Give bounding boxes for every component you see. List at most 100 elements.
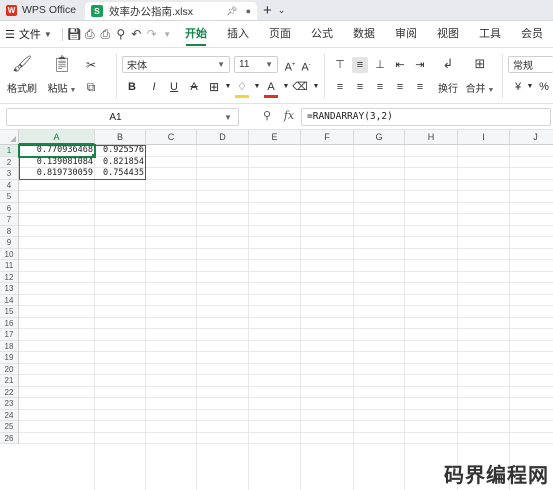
percent-button[interactable]: % <box>536 79 552 95</box>
align-top-icon[interactable]: ⊤ <box>332 57 348 73</box>
distribute-icon[interactable]: ≡ <box>412 79 428 95</box>
italic-button[interactable]: I <box>146 79 162 95</box>
row-header-7[interactable]: 7 <box>0 214 19 226</box>
row-header-19[interactable]: 19 <box>0 352 19 364</box>
indent-decrease-icon[interactable]: ⇤ <box>392 57 408 73</box>
cell-a3[interactable]: 0.819730059 <box>19 168 95 180</box>
chevron-down-icon[interactable]: ▼ <box>308 79 324 95</box>
wrap-text-button[interactable]: ↲ 换行 <box>430 52 466 95</box>
row-header-17[interactable]: 17 <box>0 329 19 341</box>
align-right-icon[interactable]: ≡ <box>372 79 388 95</box>
row-header-1[interactable]: 1 <box>0 145 19 157</box>
row-header-9[interactable]: 9 <box>0 237 19 249</box>
chevron-down-icon[interactable]: ▼ <box>224 113 238 122</box>
column-header-b[interactable]: B <box>95 130 146 145</box>
column-header-f[interactable]: F <box>301 130 354 145</box>
indent-increase-icon[interactable]: ⇥ <box>412 57 428 73</box>
row-header-16[interactable]: 16 <box>0 317 19 329</box>
clear-format-icon[interactable]: ⌫ <box>292 79 308 95</box>
align-middle-icon[interactable]: ≡ <box>352 57 368 73</box>
align-center-icon[interactable]: ≡ <box>352 79 368 95</box>
tab-home[interactable]: 开始 <box>175 21 217 48</box>
name-box[interactable]: A1 ▼ <box>6 108 239 126</box>
column-header-j[interactable]: J <box>510 130 553 145</box>
column-header-c[interactable]: C <box>146 130 197 145</box>
file-menu-button[interactable]: ☰ 文件 ▼ <box>0 26 58 42</box>
column-header-g[interactable]: G <box>354 130 405 145</box>
font-size-select[interactable]: 11 ▼ <box>234 56 278 73</box>
cell-a1[interactable]: 0.770936468 <box>18 144 96 158</box>
insert-function-icon[interactable]: fx <box>281 109 297 125</box>
decrease-font-size-icon[interactable]: A- <box>298 57 314 74</box>
tab-member[interactable]: 会员 <box>511 21 553 48</box>
row-header-3[interactable]: 3 <box>0 168 19 180</box>
row-header-14[interactable]: 14 <box>0 294 19 306</box>
row-header-21[interactable]: 21 <box>0 375 19 387</box>
column-header-e[interactable]: E <box>249 130 301 145</box>
row-header-24[interactable]: 24 <box>0 409 19 421</box>
formula-input[interactable]: =RANDARRAY(3,2) <box>301 108 551 126</box>
fill-color-icon[interactable]: ♢ <box>234 79 250 95</box>
row-header-20[interactable]: 20 <box>0 363 19 375</box>
number-format-select[interactable]: 常规 <box>508 56 553 73</box>
tab-tools[interactable]: 工具 <box>469 21 511 48</box>
undo-icon[interactable]: ↶ <box>129 27 144 41</box>
print-icon[interactable]: ⎙ <box>98 27 113 42</box>
cell-b3[interactable]: 0.754435 <box>95 168 146 180</box>
row-header-10[interactable]: 10 <box>0 248 19 260</box>
row-header-6[interactable]: 6 <box>0 202 19 214</box>
spreadsheet-grid[interactable]: A B C D E F G H I J 1 2 3 4 5 6 7 8 9 10 11 12 13 14 15 16 17 18 19 2… <box>0 130 553 490</box>
bold-button[interactable]: B <box>124 79 140 95</box>
row-header-11[interactable]: 11 <box>0 260 19 272</box>
row-header-26[interactable]: 26 <box>0 432 19 444</box>
export-pdf-icon[interactable]: ⎙ <box>82 27 97 42</box>
cell-a2[interactable]: 0.139081084 <box>19 157 95 169</box>
row-header-22[interactable]: 22 <box>0 386 19 398</box>
chevron-down-icon[interactable]: ⌄ <box>278 5 286 16</box>
row-header-4[interactable]: 4 <box>0 179 19 191</box>
column-header-d[interactable]: D <box>197 130 249 145</box>
cell-b2[interactable]: 0.821854 <box>95 157 146 169</box>
increase-font-size-icon[interactable]: A+ <box>282 57 298 74</box>
select-all-corner[interactable] <box>0 130 19 145</box>
tab-formulas[interactable]: 公式 <box>301 21 343 48</box>
row-header-8[interactable]: 8 <box>0 225 19 237</box>
column-header-i[interactable]: I <box>458 130 510 145</box>
cell-b1[interactable]: 0.925576 <box>95 145 146 157</box>
row-header-23[interactable]: 23 <box>0 398 19 410</box>
redo-icon[interactable]: ↷ <box>144 27 159 41</box>
merge-cells-button[interactable]: ⊞ 合并 ▼ <box>462 52 498 95</box>
column-header-a[interactable]: A <box>19 130 95 145</box>
save-icon[interactable]: 💾︎ <box>67 27 82 41</box>
paste-button[interactable]: 📋︎ 粘贴 ▼ <box>44 52 80 95</box>
tab-insert[interactable]: 插入 <box>217 21 259 48</box>
tab-data[interactable]: 数据 <box>343 21 385 48</box>
cut-icon[interactable]: ✂ <box>82 56 100 74</box>
print-preview-icon[interactable]: ⚲ <box>113 27 128 41</box>
format-painter-button[interactable]: 🖌︎ 格式刷 <box>4 52 40 95</box>
column-header-h[interactable]: H <box>405 130 458 145</box>
font-color-icon[interactable]: A <box>263 79 279 95</box>
fill-handle[interactable] <box>92 153 96 158</box>
new-tab-button[interactable]: + ⌄ <box>257 0 291 20</box>
align-left-icon[interactable]: ≡ <box>332 79 348 95</box>
strikethrough-button[interactable]: A <box>186 79 202 95</box>
pin-icon[interactable]: 📌︎ <box>226 6 237 17</box>
row-header-2[interactable]: 2 <box>0 156 19 168</box>
row-header-25[interactable]: 25 <box>0 421 19 433</box>
tab-view[interactable]: 视图 <box>427 21 469 48</box>
document-tab[interactable]: S 效率办公指南.xlsx 📌︎ ● <box>85 2 257 20</box>
app-tab-wps-office[interactable]: W WPS Office <box>0 0 85 20</box>
row-header-12[interactable]: 12 <box>0 271 19 283</box>
font-name-select[interactable]: 宋体 ▼ <box>122 56 230 73</box>
copy-icon[interactable]: ⧉ <box>82 78 100 96</box>
unsaved-dot-icon[interactable]: ● <box>246 6 251 16</box>
tab-review[interactable]: 审阅 <box>385 21 427 48</box>
tab-page[interactable]: 页面 <box>259 21 301 48</box>
row-header-5[interactable]: 5 <box>0 191 19 203</box>
row-header-13[interactable]: 13 <box>0 283 19 295</box>
align-bottom-icon[interactable]: ⊥ <box>372 57 388 73</box>
row-header-18[interactable]: 18 <box>0 340 19 352</box>
justify-icon[interactable]: ≡ <box>392 79 408 95</box>
quick-access-more-icon[interactable]: ▼ <box>159 30 174 39</box>
